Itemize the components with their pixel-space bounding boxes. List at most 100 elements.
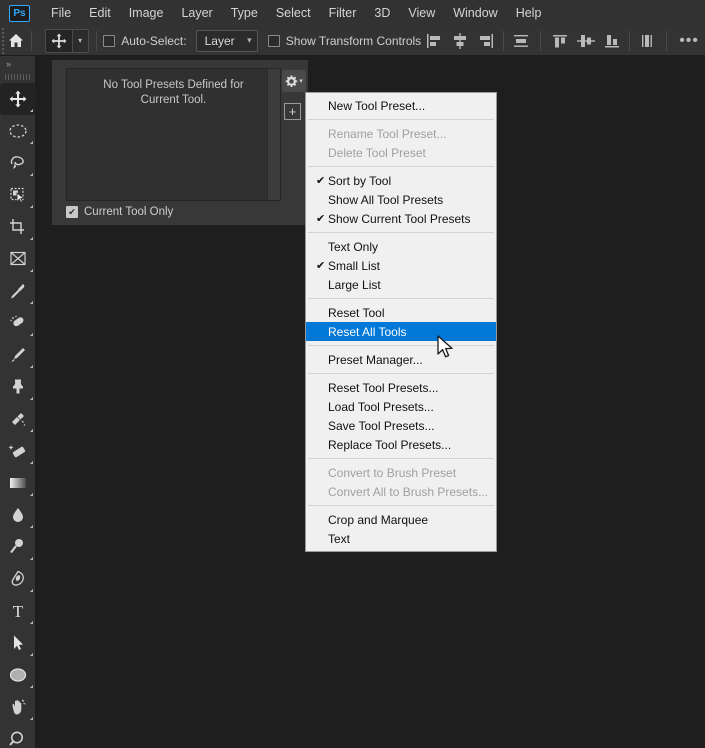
tool-presets-panel: No Tool Presets Defined for Current Tool… (52, 60, 308, 225)
menu-item-label: Reset Tool Presets... (328, 380, 439, 395)
menu-item-text-only[interactable]: Text Only (306, 237, 496, 256)
tool-history-brush[interactable] (0, 403, 36, 435)
menu-item-label: Text (328, 531, 351, 546)
menu-item-label: Reset Tool (328, 305, 385, 320)
current-tool-chip[interactable]: ▾ (44, 28, 89, 53)
menu-item-convert-all-to-brush-presets: Convert All to Brush Presets... (306, 482, 496, 501)
menu-item-save-tool-presets[interactable]: Save Tool Presets... (306, 416, 496, 435)
tool-crop[interactable] (0, 211, 36, 243)
menu-item-new-tool-preset[interactable]: New Tool Preset... (306, 96, 496, 115)
tool-group-indicator-icon (30, 205, 33, 208)
menu-layer[interactable]: Layer (172, 2, 221, 24)
menu-item-label: Large List (328, 277, 381, 292)
align-top-edges-icon[interactable] (547, 28, 573, 54)
new-tool-preset-button[interactable]: + (284, 103, 301, 120)
options-overflow-button[interactable]: ••• (673, 32, 705, 50)
tool-group-indicator-icon (30, 333, 33, 336)
align-left-edges-icon[interactable] (421, 28, 447, 54)
menu-item-sort-by-tool[interactable]: ✔ Sort by Tool (306, 171, 496, 190)
menu-item-text[interactable]: Text (306, 529, 496, 548)
tool-pen[interactable] (0, 563, 36, 595)
tool-elliptical-marquee[interactable] (0, 115, 36, 147)
menu-item-crop-and-marquee[interactable]: Crop and Marquee (306, 510, 496, 529)
menu-item-small-list[interactable]: ✔ Small List (306, 256, 496, 275)
tool-hand[interactable] (0, 691, 36, 723)
tool-path-selection[interactable] (0, 627, 36, 659)
tool-clone-stamp[interactable] (0, 371, 36, 403)
tool-spot-healing-brush[interactable] (0, 307, 36, 339)
options-divider-2 (95, 30, 97, 51)
menu-filter[interactable]: Filter (320, 2, 366, 24)
menu-item-convert-to-brush-preset: Convert to Brush Preset (306, 463, 496, 482)
tool-group-indicator-icon (30, 461, 33, 464)
tool-group-indicator-icon (30, 493, 33, 496)
menu-image[interactable]: Image (120, 2, 173, 24)
tool-presets-scrollbar[interactable] (267, 69, 280, 200)
align-horizontal-centers-icon[interactable] (447, 28, 473, 54)
menu-edit[interactable]: Edit (80, 2, 120, 24)
menu-item-reset-all-tools[interactable]: Reset All Tools (306, 322, 496, 341)
auto-select-target-dropdown[interactable]: Layer ▾ (195, 29, 258, 52)
menu-window[interactable]: Window (444, 2, 506, 24)
menu-item-load-tool-presets[interactable]: Load Tool Presets... (306, 397, 496, 416)
tool-group-indicator-icon (30, 621, 33, 624)
tool-blur[interactable] (0, 499, 36, 531)
menu-item-label: Save Tool Presets... (328, 418, 435, 433)
current-tool-only-row[interactable]: Current Tool Only (66, 206, 173, 218)
menu-select[interactable]: Select (267, 2, 320, 24)
tool-dodge[interactable] (0, 531, 36, 563)
menu-item-replace-tool-presets[interactable]: Replace Tool Presets... (306, 435, 496, 454)
menu-item-reset-tool-presets[interactable]: Reset Tool Presets... (306, 378, 496, 397)
menu-separator (308, 232, 494, 233)
menu-separator (308, 345, 494, 346)
tool-presets-list[interactable]: No Tool Presets Defined for Current Tool… (66, 68, 281, 201)
distribute-horizontally-icon[interactable] (508, 28, 534, 54)
align-right-edges-icon[interactable] (473, 28, 499, 54)
menu-item-large-list[interactable]: Large List (306, 275, 496, 294)
options-bar-grip[interactable] (0, 26, 5, 56)
tool-group-indicator-icon (30, 365, 33, 368)
move-tool-icon (46, 33, 72, 49)
tool-group-indicator-icon (30, 397, 33, 400)
auto-select-checkbox[interactable] (103, 34, 116, 47)
tool-zoom[interactable] (0, 723, 36, 748)
tools-panel-grip[interactable] (0, 71, 35, 83)
menu-type[interactable]: Type (222, 2, 267, 24)
align-bottom-edges-icon[interactable] (599, 28, 625, 54)
menu-item-show-all-tool-presets[interactable]: Show All Tool Presets (306, 190, 496, 209)
menu-item-label: Small List (328, 258, 381, 273)
tool-group-indicator-icon (30, 653, 33, 656)
menu-help[interactable]: Help (507, 2, 551, 24)
menu-view[interactable]: View (399, 2, 444, 24)
tools-collapse-button[interactable]: » (0, 56, 35, 71)
tool-frame[interactable] (0, 243, 36, 275)
tool-eraser[interactable] (0, 435, 36, 467)
tool-group-indicator-icon (30, 173, 33, 176)
tool-lasso[interactable] (0, 147, 36, 179)
menu-item-label: Load Tool Presets... (328, 399, 434, 414)
align-vertical-centers-icon[interactable] (573, 28, 599, 54)
current-tool-only-checkbox[interactable] (66, 206, 78, 218)
menu-separator (308, 505, 494, 506)
tool-eyedropper[interactable] (0, 275, 36, 307)
menu-item-reset-tool[interactable]: Reset Tool (306, 303, 496, 322)
tool-type[interactable]: T (0, 595, 36, 627)
menu-item-preset-manager[interactable]: Preset Manager... (306, 350, 496, 369)
home-button[interactable] (7, 26, 24, 56)
menu-3d[interactable]: 3D (365, 2, 399, 24)
tool-object-selection[interactable] (0, 179, 36, 211)
panel-menu-button[interactable]: ▾ (282, 70, 306, 92)
tool-ellipse-shape[interactable] (0, 659, 36, 691)
tool-presets-flyout-menu[interactable]: New Tool Preset... Rename Tool Preset... D… (305, 92, 497, 552)
align-divider-a (503, 30, 505, 51)
tool-preset-picker-chevron-icon[interactable]: ▾ (71, 29, 88, 52)
tool-brush[interactable] (0, 339, 36, 371)
tool-gradient[interactable] (0, 467, 36, 499)
tool-move[interactable] (0, 83, 36, 115)
menu-item-show-current-tool-presets[interactable]: ✔ Show Current Tool Presets (306, 209, 496, 228)
menu-file[interactable]: File (42, 2, 80, 24)
menu-item-check-icon: ✔ (316, 260, 326, 272)
show-transform-controls-checkbox[interactable] (267, 34, 280, 47)
distribute-vertically-icon[interactable] (634, 28, 660, 54)
options-bar: ▾ Auto-Select: Layer ▾ Show Transform Co… (0, 26, 705, 56)
